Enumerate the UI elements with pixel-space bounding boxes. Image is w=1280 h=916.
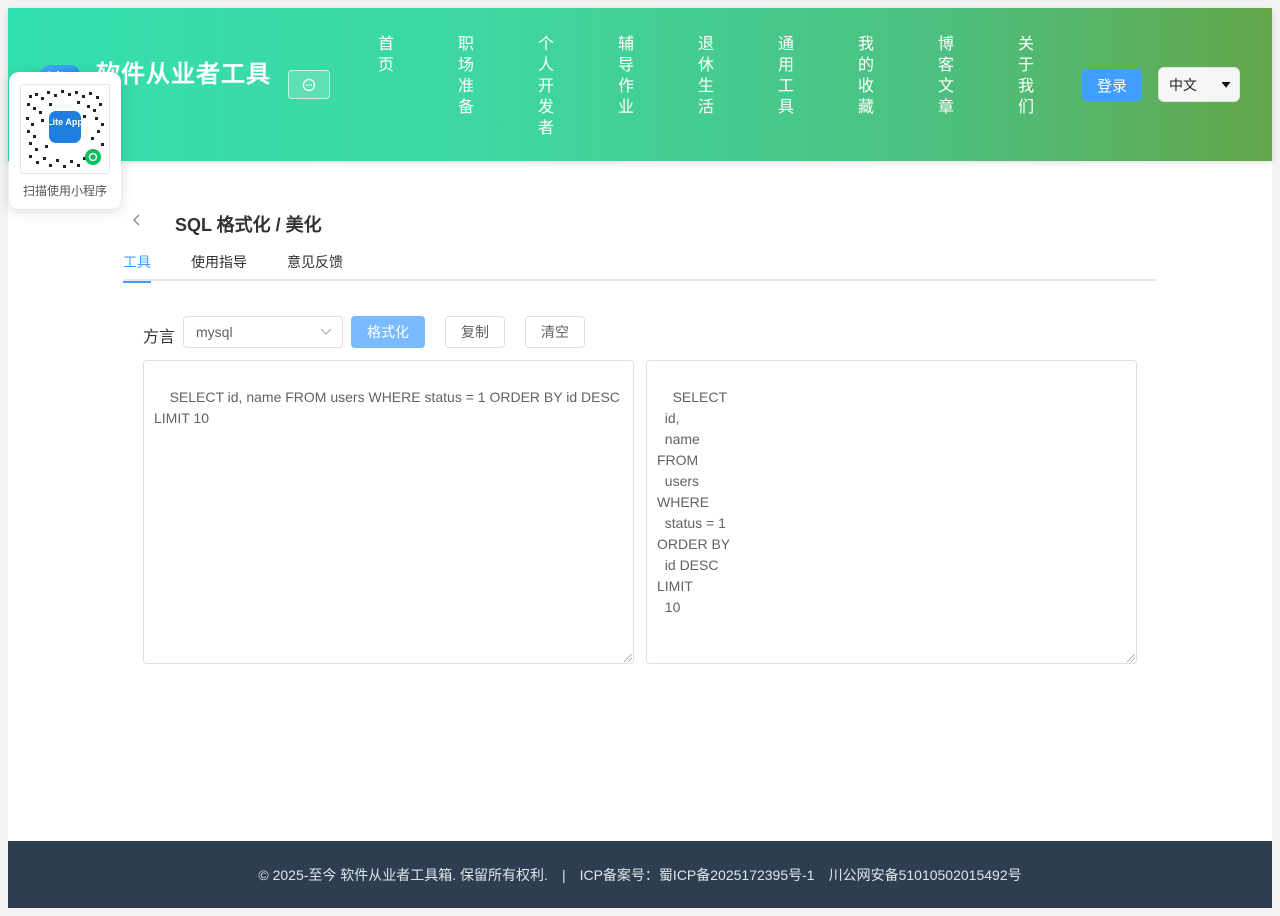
sql-input-textarea[interactable]: SELECT id, name FROM users WHERE status … (143, 360, 634, 664)
footer-separator: | (561, 866, 566, 883)
login-button[interactable]: 登录 (1082, 69, 1142, 101)
chevron-down-icon (320, 328, 332, 335)
qr-badge-text: Lite App (47, 117, 83, 127)
nav-item[interactable]: 我的收藏 (858, 34, 938, 139)
resize-handle[interactable] (624, 654, 632, 662)
nav-item[interactable]: 首页 (378, 34, 458, 139)
chat-button[interactable] (288, 70, 330, 99)
sql-output-text: SELECT id, name FROM users WHERE status … (657, 389, 731, 615)
nav-item[interactable]: 博客文章 (938, 34, 1018, 139)
footer-police-link[interactable]: 川公网安备51010502015492号 (829, 865, 1022, 885)
tab-bar: 工具 使用指导 意见反馈 (123, 251, 1157, 283)
footer-copyright: © 2025-至今 软件从业者工具箱. 保留所有权利. (258, 866, 548, 883)
site-header: Lite 软件从业者工具 首页职场准备个人开发者辅导作业退休生活通用工具我的收藏… (8, 8, 1272, 161)
dialect-label: 方言 (143, 329, 176, 346)
chevron-left-icon (133, 214, 140, 226)
copy-button[interactable]: 复制 (445, 316, 505, 348)
dialect-value: mysql (196, 324, 233, 340)
chevron-down-icon (1221, 81, 1231, 88)
clear-button[interactable]: 清空 (525, 316, 585, 348)
chat-bubble-icon (302, 78, 316, 91)
nav-item[interactable]: 辅导作业 (618, 34, 698, 139)
site-footer: © 2025-至今 软件从业者工具箱. 保留所有权利. | ICP备案号：蜀IC… (8, 841, 1272, 908)
footer-icp-link[interactable]: ICP备案号：蜀ICP备2025172395号-1 (580, 865, 815, 885)
back-button[interactable] (132, 213, 142, 231)
site-title[interactable]: 软件从业者工具 (96, 54, 271, 89)
format-button[interactable]: 格式化 (351, 316, 425, 348)
nav-item[interactable]: 个人开发者 (538, 34, 618, 139)
nav-item[interactable]: 职场准备 (458, 34, 538, 139)
language-select[interactable]: 中文 (1158, 67, 1240, 102)
tab-item[interactable]: 工具 (123, 251, 151, 283)
sql-output-textarea[interactable]: SELECT id, name FROM users WHERE status … (646, 360, 1137, 664)
qr-code-icon: Lite App (26, 90, 104, 168)
page-title: SQL 格式化 / 美化 (175, 215, 322, 235)
qr-caption: 扫描使用小程序 (22, 184, 107, 198)
resize-handle[interactable] (1127, 654, 1135, 662)
tab-item[interactable]: 意见反馈 (287, 251, 343, 281)
main-nav: 首页职场准备个人开发者辅导作业退休生活通用工具我的收藏博客文章关于我们 (378, 34, 1098, 139)
nav-item[interactable]: 退休生活 (698, 34, 778, 139)
dialect-select[interactable]: mysql (183, 316, 343, 348)
page-frame: Lite 软件从业者工具 首页职场准备个人开发者辅导作业退休生活通用工具我的收藏… (8, 8, 1272, 908)
nav-item[interactable]: 通用工具 (778, 34, 858, 139)
language-value: 中文 (1169, 76, 1197, 93)
sql-input-text: SELECT id, name FROM users WHERE status … (154, 389, 624, 426)
mini-program-qr-card: Lite App 扫描使用小程序 (9, 72, 121, 209)
qr-code-image: Lite App (20, 84, 110, 174)
tab-item[interactable]: 使用指导 (191, 251, 247, 281)
